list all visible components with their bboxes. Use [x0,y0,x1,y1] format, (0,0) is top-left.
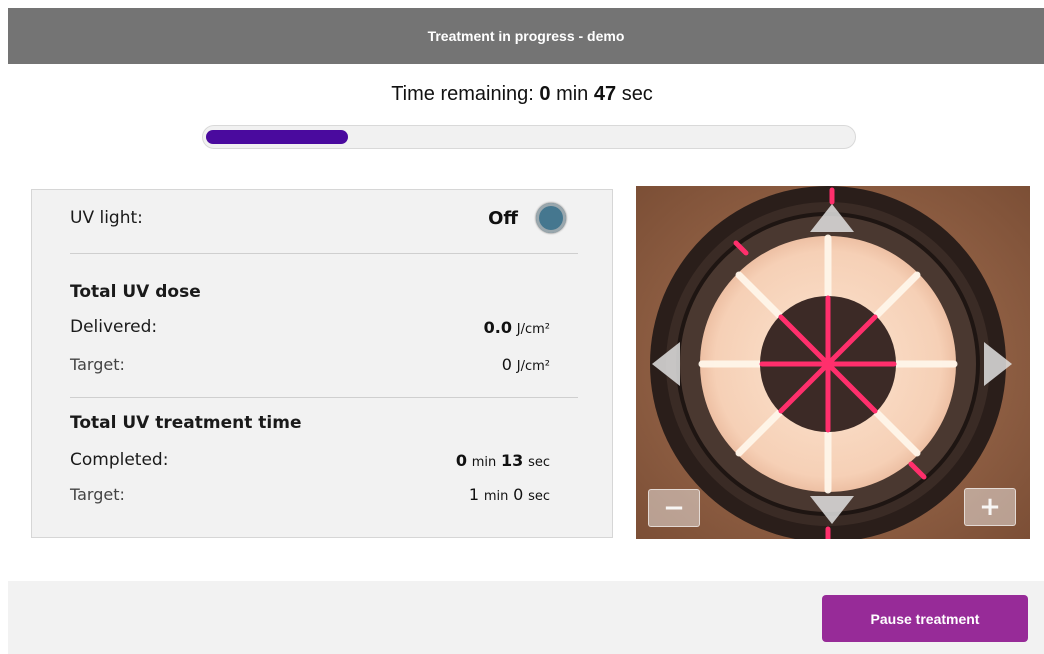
time-completed-sec: 13 [501,450,524,470]
uv-light-label: UV light: [70,208,143,228]
dose-unit: J/cm² [516,358,550,374]
dose-heading: Total UV dose [70,282,201,302]
minus-icon: − [663,493,685,523]
dose-unit: J/cm² [516,321,550,337]
time-completed-row: Completed: 0 min 13 sec [70,449,550,471]
plus-icon: + [979,492,1001,522]
page-title: Treatment in progress - demo [427,28,625,44]
uv-light-status: Off [488,203,566,233]
time-target-row: Target: 1 min 0 sec [70,483,550,505]
dose-delivered-value: 0.0 J/cm² [484,318,550,337]
time-target-min: 1 [468,484,480,504]
dose-delivered-row: Delivered: 0.0 J/cm² [70,316,550,338]
sec-unit: sec [528,488,550,504]
time-remaining: Time remaining: 0 min 47 sec [0,83,1044,106]
dose-target-row: Target: 0 J/cm² [70,353,550,375]
time-target-value: 1 min 0 sec [469,485,550,504]
header-bar: Treatment in progress - demo [8,8,1044,64]
dose-heading-row: Total UV dose [70,281,550,303]
arrow-left-icon[interactable] [652,340,680,388]
arrow-right-icon[interactable] [984,340,1012,388]
uv-light-row: UV light: Off [70,202,566,234]
status-led-icon [536,203,566,233]
zoom-out-button[interactable]: − [648,489,700,527]
time-completed-min: 0 [455,450,467,470]
time-remaining-seconds: 47 [593,83,617,105]
arrow-up-icon[interactable] [808,204,856,232]
min-unit: min [471,454,497,470]
camera-image [636,186,1030,539]
zoom-in-button[interactable]: + [964,488,1016,526]
divider [70,397,578,398]
time-remaining-sec-unit: sec [621,83,653,105]
divider [70,253,578,254]
treatment-status-panel: UV light: Off Total UV dose Delivered: 0… [31,189,613,538]
dose-target-number: 0 [501,354,512,374]
time-completed-label: Completed: [70,450,169,470]
progress-bar [202,125,856,149]
arrow-down-icon[interactable] [808,496,856,524]
min-unit: min [483,488,509,504]
time-heading-row: Total UV treatment time [70,412,550,434]
camera-view[interactable]: − + [636,186,1030,539]
dose-target-label: Target: [70,354,125,374]
time-target-label: Target: [70,484,125,504]
dose-delivered-label: Delivered: [70,317,158,337]
time-remaining-min-unit: min [556,83,589,105]
time-remaining-label: Time remaining: [391,83,534,105]
time-remaining-minutes: 0 [539,83,551,105]
dose-target-value: 0 J/cm² [502,355,550,374]
time-heading: Total UV treatment time [70,413,302,433]
uv-light-status-text: Off [488,207,518,229]
dose-delivered-number: 0.0 [483,317,512,337]
sec-unit: sec [528,454,550,470]
progress-fill [206,130,348,144]
pause-treatment-button[interactable]: Pause treatment [822,595,1028,642]
time-target-sec: 0 [513,484,524,504]
time-completed-value: 0 min 13 sec [456,451,550,470]
